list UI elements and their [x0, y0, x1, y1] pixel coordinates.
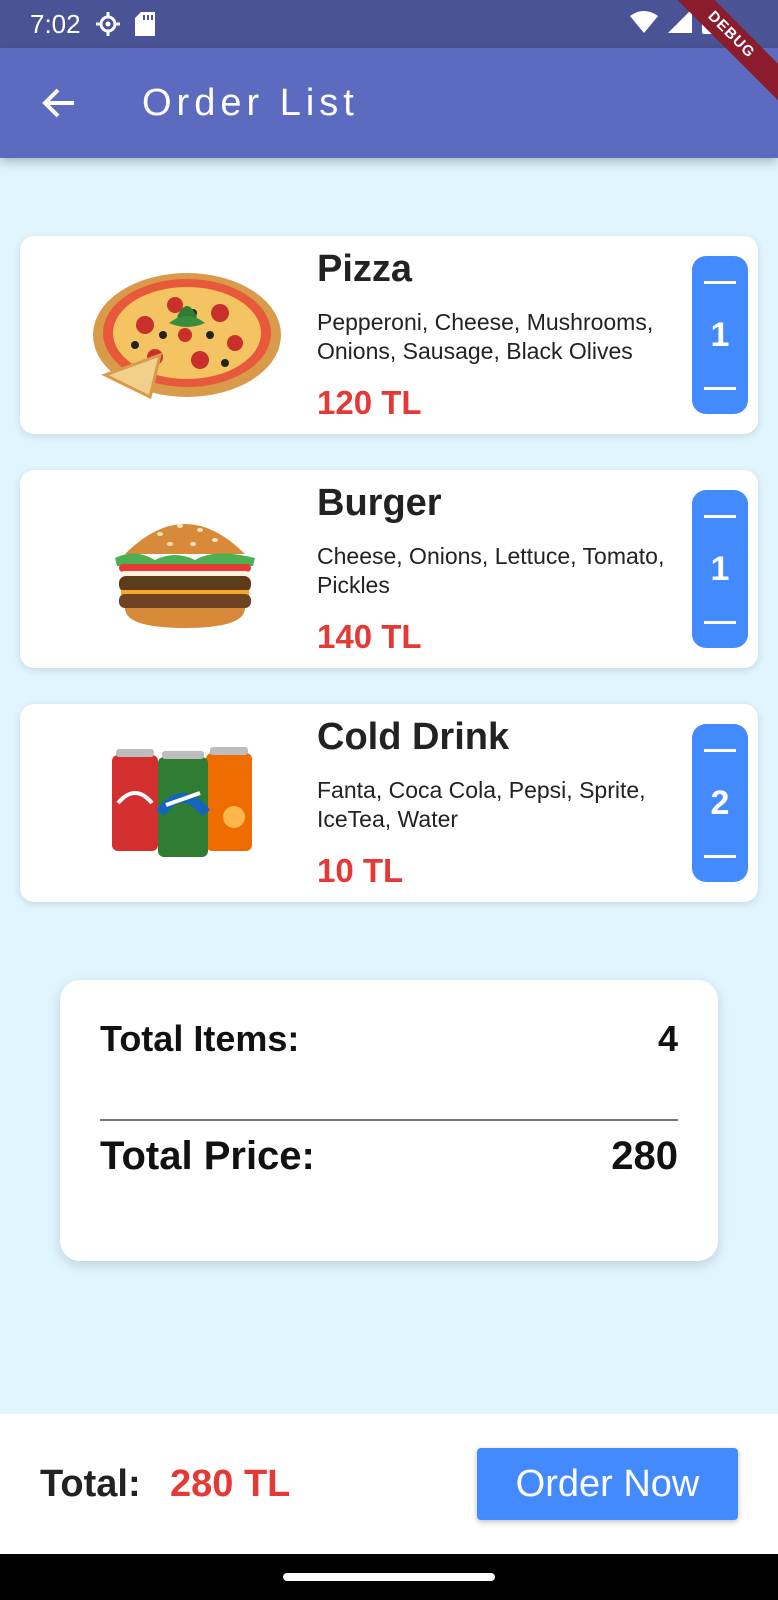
- wifi-icon: [630, 9, 658, 40]
- burger-image: [80, 494, 290, 644]
- total-items-row: Total Items: 4: [100, 1018, 678, 1060]
- minus-icon: [704, 620, 736, 624]
- order-item-card-burger: Burger Cheese, Onions, Lettuce, Tomato, …: [20, 470, 758, 668]
- quantity-stepper: 1: [692, 256, 748, 414]
- item-description: Fanta, Coca Cola, Pepsi, Sprite, IceTea,…: [317, 777, 646, 832]
- minus-icon: [704, 854, 736, 858]
- item-quantity: 1: [710, 549, 730, 588]
- decrease-button[interactable]: [692, 602, 748, 642]
- increase-button[interactable]: [692, 730, 748, 770]
- status-time: 7:02: [30, 8, 81, 39]
- total-price-label: Total Price:: [100, 1134, 315, 1178]
- increase-button[interactable]: [692, 262, 748, 302]
- settings-gear-icon: [95, 11, 121, 37]
- order-now-button[interactable]: Order Now: [477, 1448, 738, 1520]
- total-price-row: Total Price: 280: [100, 1134, 678, 1179]
- quantity-stepper: 1: [692, 490, 748, 648]
- minus-icon: [704, 386, 736, 390]
- item-name: Cold Drink: [317, 716, 510, 758]
- item-price: 140 TL: [317, 618, 422, 655]
- item-quantity: 2: [710, 783, 730, 822]
- checkout-total-label: Total:: [40, 1462, 141, 1505]
- item-name: Burger: [317, 482, 442, 524]
- system-navigation-bar: [0, 1554, 778, 1600]
- item-price: 10 TL: [317, 852, 404, 889]
- decrease-button[interactable]: [692, 368, 748, 408]
- page-title: Order List: [142, 81, 359, 124]
- quantity-stepper: 2: [692, 724, 748, 882]
- summary-divider: [100, 1119, 678, 1121]
- item-description: Cheese, Onions, Lettuce, Tomato, Pickles: [317, 543, 665, 598]
- arrow-back-icon: [42, 88, 74, 118]
- item-description: Pepperoni, Cheese, Mushrooms, Onions, Sa…: [317, 309, 654, 364]
- total-items-value: 4: [657, 1018, 678, 1059]
- order-item-card-cold-drink: Cold Drink Fanta, Coca Cola, Pepsi, Spri…: [20, 704, 758, 902]
- checkout-total-value: 280 TL: [170, 1462, 291, 1505]
- app-bar: Order List: [0, 48, 778, 158]
- minus-icon: [704, 748, 736, 752]
- item-name: Pizza: [317, 248, 413, 290]
- signal-icon: [668, 9, 692, 40]
- back-button[interactable]: [36, 81, 80, 125]
- checkout-bar: Total: 280 TL Order Now: [0, 1414, 778, 1554]
- home-indicator[interactable]: [283, 1573, 495, 1581]
- item-quantity: 1: [710, 315, 730, 354]
- order-summary-card: Total Items: 4 Total Price: 280: [60, 980, 718, 1261]
- pizza-image: [80, 260, 290, 410]
- order-item-card-pizza: Pizza Pepperoni, Cheese, Mushrooms, Onio…: [20, 236, 758, 434]
- increase-button[interactable]: [692, 496, 748, 536]
- item-price: 120 TL: [317, 384, 422, 421]
- minus-icon: [704, 280, 736, 284]
- decrease-button[interactable]: [692, 836, 748, 876]
- soda-cans-image: [80, 728, 290, 878]
- total-price-value: 280: [611, 1134, 678, 1178]
- total-items-label: Total Items:: [100, 1018, 300, 1059]
- status-bar: 7:02: [0, 0, 778, 48]
- sd-card-icon: [134, 12, 155, 36]
- minus-icon: [704, 514, 736, 518]
